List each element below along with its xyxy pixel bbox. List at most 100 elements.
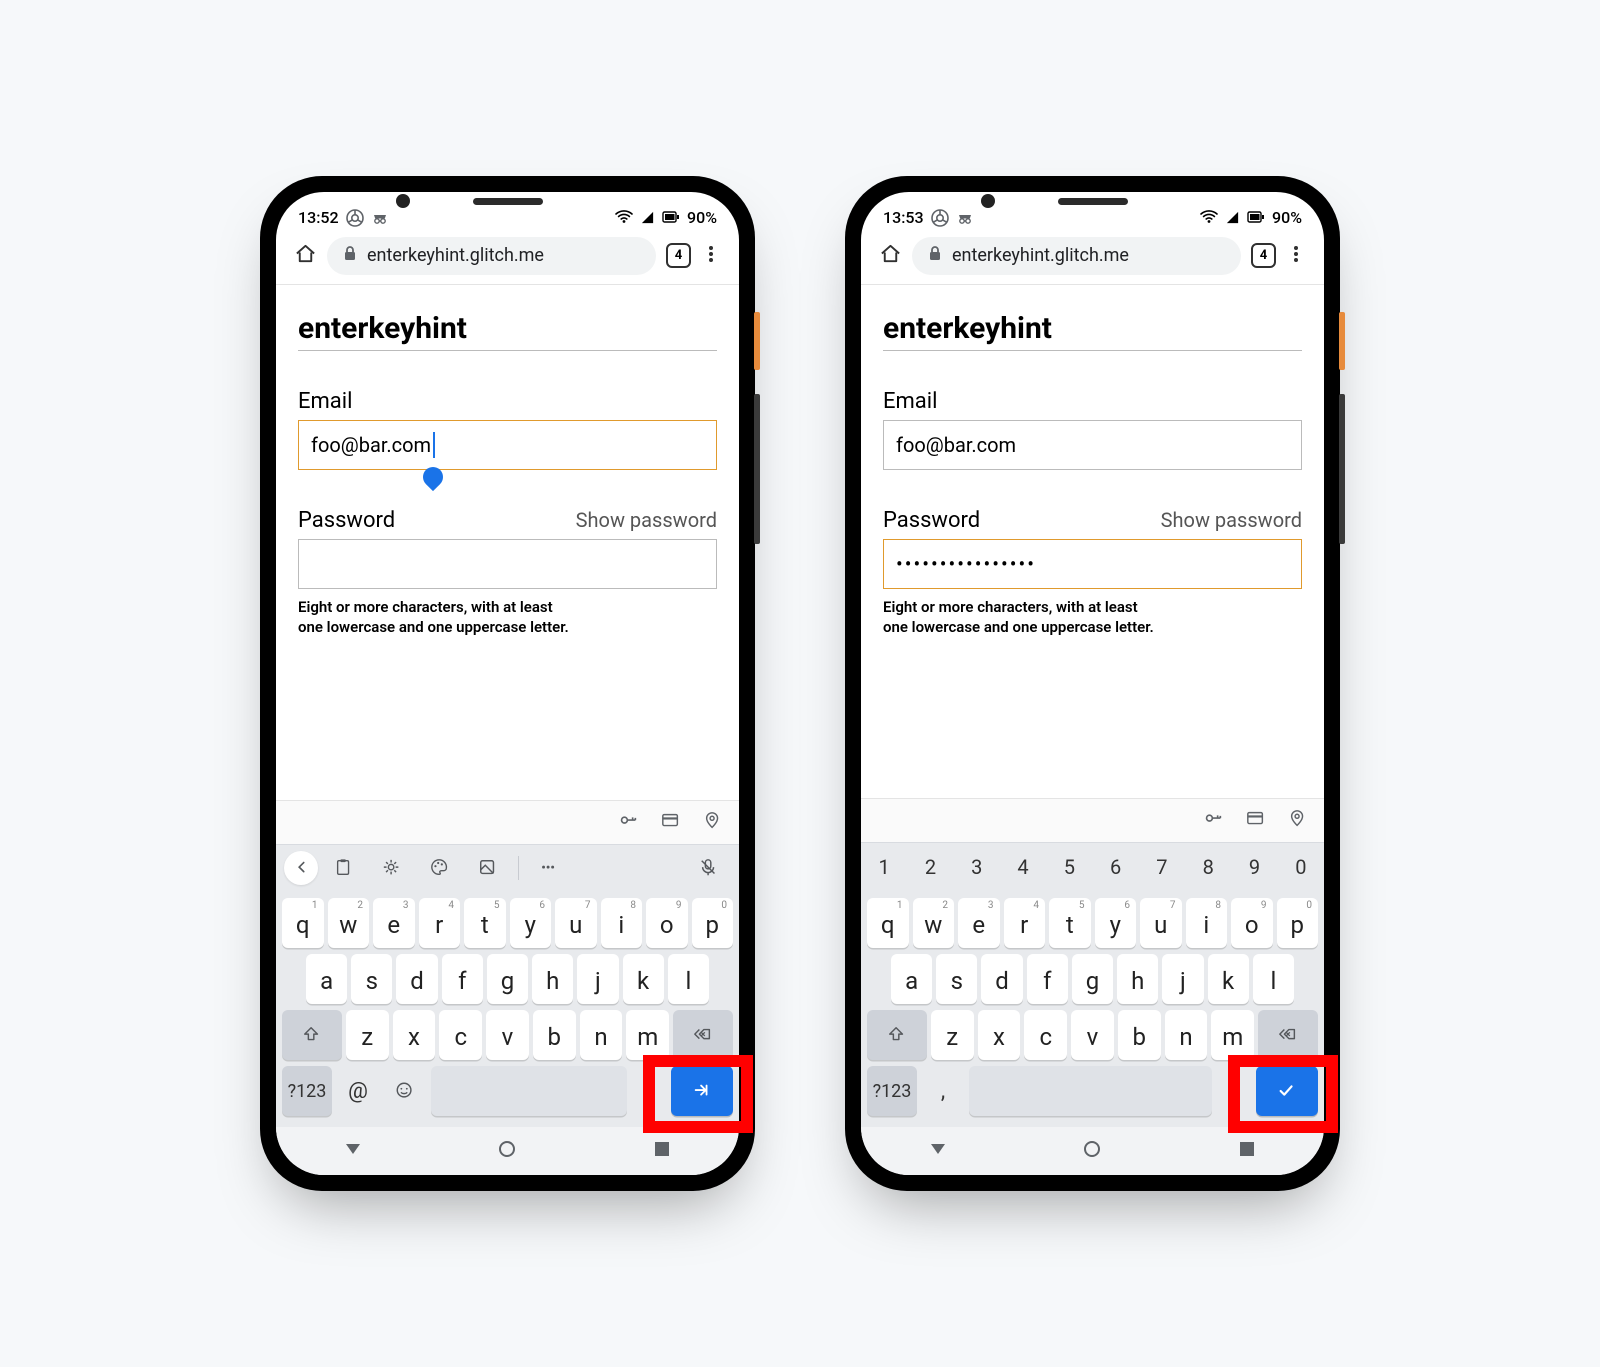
- key-l[interactable]: l: [668, 954, 709, 1004]
- key-s[interactable]: s: [351, 954, 392, 1004]
- key-o[interactable]: o9: [1231, 898, 1273, 948]
- key-n[interactable]: n: [580, 1010, 623, 1060]
- key-q[interactable]: q1: [282, 898, 324, 948]
- key-s[interactable]: s: [936, 954, 977, 1004]
- key-h[interactable]: h: [532, 954, 573, 1004]
- payment-card-icon[interactable]: [661, 811, 681, 835]
- password-manager-icon[interactable]: [1204, 809, 1224, 833]
- key-i[interactable]: i8: [601, 898, 643, 948]
- numkey-9[interactable]: 9: [1233, 846, 1275, 888]
- key-m[interactable]: m: [1211, 1010, 1254, 1060]
- key-y[interactable]: y6: [1095, 898, 1137, 948]
- key-g[interactable]: g: [1072, 954, 1113, 1004]
- password-input[interactable]: ••••••••••••••••: [883, 539, 1302, 589]
- symbols-key[interactable]: ?123: [867, 1066, 917, 1116]
- numkey-8[interactable]: 8: [1187, 846, 1229, 888]
- kbd-theme-icon[interactable]: [418, 850, 462, 886]
- kbd-settings-icon[interactable]: [370, 850, 414, 886]
- key-o[interactable]: o9: [646, 898, 688, 948]
- tabs-button[interactable]: 4: [1251, 243, 1276, 268]
- key-j[interactable]: j: [1162, 954, 1203, 1004]
- show-password-toggle[interactable]: Show password: [576, 508, 717, 532]
- numkey-6[interactable]: 6: [1094, 846, 1136, 888]
- overflow-menu-icon[interactable]: [701, 244, 721, 268]
- key-e[interactable]: e3: [373, 898, 415, 948]
- key-r[interactable]: r4: [1004, 898, 1046, 948]
- email-input[interactable]: foo@bar.com: [298, 420, 717, 470]
- kbd-key-at[interactable]: @: [337, 1066, 379, 1116]
- key-u[interactable]: u7: [1140, 898, 1182, 948]
- key-l[interactable]: l: [1253, 954, 1294, 1004]
- numkey-3[interactable]: 3: [956, 846, 998, 888]
- key-y[interactable]: y6: [510, 898, 552, 948]
- key-q[interactable]: q1: [867, 898, 909, 948]
- key-e[interactable]: e3: [958, 898, 1000, 948]
- show-password-toggle[interactable]: Show password: [1161, 508, 1302, 532]
- key-v[interactable]: v: [486, 1010, 529, 1060]
- key-w[interactable]: w2: [328, 898, 370, 948]
- numkey-0[interactable]: 0: [1280, 846, 1322, 888]
- key-b[interactable]: b: [1118, 1010, 1161, 1060]
- key-p[interactable]: p0: [692, 898, 734, 948]
- kbd-collapse-chevron-icon[interactable]: [284, 851, 318, 885]
- kbd-clipboard-icon[interactable]: [322, 850, 366, 886]
- key-i[interactable]: i8: [1186, 898, 1228, 948]
- kbd-key-comma[interactable]: ,: [922, 1066, 964, 1116]
- password-input[interactable]: [298, 539, 717, 589]
- key-x[interactable]: x: [978, 1010, 1021, 1060]
- email-input[interactable]: foo@bar.com: [883, 420, 1302, 470]
- url-bar[interactable]: enterkeyhint.glitch.me: [912, 237, 1241, 275]
- key-d[interactable]: d: [396, 954, 437, 1004]
- key-f[interactable]: f: [1027, 954, 1068, 1004]
- key-g[interactable]: g: [487, 954, 528, 1004]
- kbd-mic-off-icon[interactable]: [687, 850, 731, 886]
- key-d[interactable]: d: [981, 954, 1022, 1004]
- key-a[interactable]: a: [306, 954, 347, 1004]
- address-icon[interactable]: [703, 811, 723, 835]
- shift-key[interactable]: [867, 1010, 927, 1060]
- key-t[interactable]: t5: [464, 898, 506, 948]
- numkey-7[interactable]: 7: [1141, 846, 1183, 888]
- key-j[interactable]: j: [577, 954, 618, 1004]
- home-button[interactable]: [294, 242, 317, 269]
- key-n[interactable]: n: [1165, 1010, 1208, 1060]
- key-u[interactable]: u7: [555, 898, 597, 948]
- key-b[interactable]: b: [533, 1010, 576, 1060]
- key-r[interactable]: r4: [419, 898, 461, 948]
- nav-recents-icon[interactable]: [1236, 1138, 1258, 1164]
- backspace-key[interactable]: [1258, 1010, 1318, 1060]
- numkey-4[interactable]: 4: [1002, 846, 1044, 888]
- key-x[interactable]: x: [393, 1010, 436, 1060]
- key-h[interactable]: h: [1117, 954, 1158, 1004]
- key-w[interactable]: w2: [913, 898, 955, 948]
- kbd-emoji-icon[interactable]: [384, 1066, 426, 1116]
- payment-card-icon[interactable]: [1246, 809, 1266, 833]
- url-bar[interactable]: enterkeyhint.glitch.me: [327, 237, 656, 275]
- key-k[interactable]: k: [623, 954, 664, 1004]
- kbd-more-icon[interactable]: [527, 850, 571, 886]
- address-icon[interactable]: [1288, 809, 1308, 833]
- key-a[interactable]: a: [891, 954, 932, 1004]
- home-button[interactable]: [879, 242, 902, 269]
- nav-home-icon[interactable]: [1081, 1138, 1103, 1164]
- key-f[interactable]: f: [442, 954, 483, 1004]
- numkey-1[interactable]: 1: [863, 846, 905, 888]
- key-c[interactable]: c: [439, 1010, 482, 1060]
- key-v[interactable]: v: [1071, 1010, 1114, 1060]
- key-t[interactable]: t5: [1049, 898, 1091, 948]
- kbd-onehanded-icon[interactable]: [466, 850, 510, 886]
- symbols-key[interactable]: ?123: [282, 1066, 332, 1116]
- shift-key[interactable]: [282, 1010, 342, 1060]
- spacebar-key[interactable]: [969, 1066, 1212, 1116]
- key-m[interactable]: m: [626, 1010, 669, 1060]
- key-p[interactable]: p0: [1277, 898, 1319, 948]
- tabs-button[interactable]: 4: [666, 243, 691, 268]
- backspace-key[interactable]: [673, 1010, 733, 1060]
- overflow-menu-icon[interactable]: [1286, 244, 1306, 268]
- key-z[interactable]: z: [931, 1010, 974, 1060]
- numkey-5[interactable]: 5: [1048, 846, 1090, 888]
- spacebar-key[interactable]: [431, 1066, 627, 1116]
- password-manager-icon[interactable]: [619, 811, 639, 835]
- key-c[interactable]: c: [1024, 1010, 1067, 1060]
- nav-recents-icon[interactable]: [651, 1138, 673, 1164]
